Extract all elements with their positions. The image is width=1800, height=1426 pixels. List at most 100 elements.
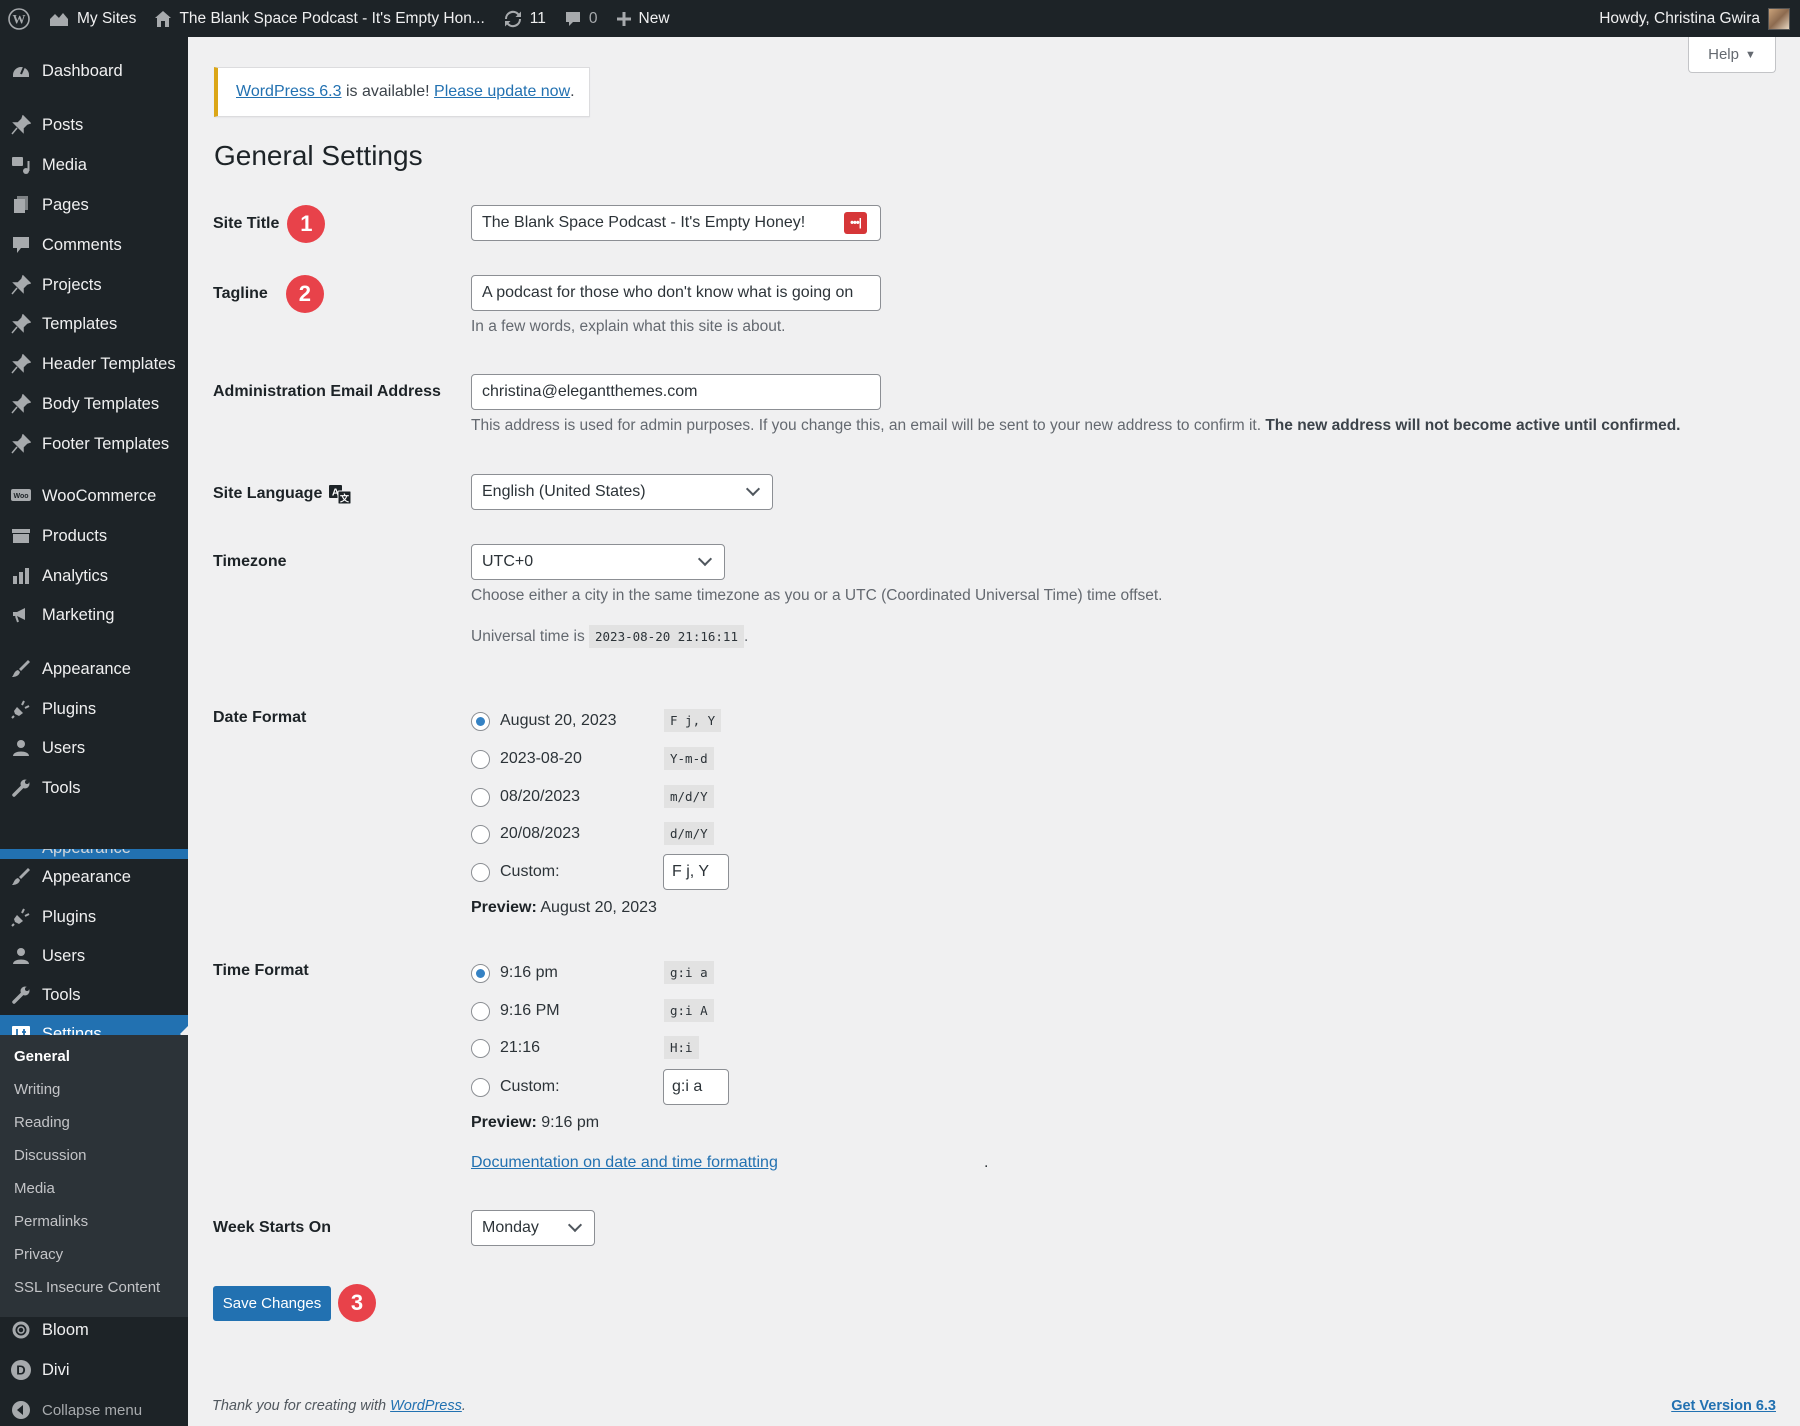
time-format-label: Time Format: [213, 962, 309, 979]
time-format-option[interactable]: 9:16 pm: [471, 958, 558, 988]
universal-time-prefix: Universal time is: [471, 628, 589, 645]
site-language-select[interactable]: English (United States): [471, 474, 773, 510]
help-button[interactable]: Help ▼: [1688, 37, 1776, 73]
sidebar-item-tools[interactable]: Tools: [0, 976, 188, 1014]
radio-button[interactable]: [471, 1077, 490, 1097]
submenu-general[interactable]: General: [14, 1048, 70, 1065]
week-starts-label: Week Starts On: [213, 1219, 331, 1236]
tagline-input[interactable]: A podcast for those who don't know what …: [471, 275, 881, 311]
wordpress-version-link[interactable]: WordPress 6.3: [236, 83, 342, 101]
site-title-input[interactable]: The Blank Space Podcast - It's Empty Hon…: [471, 205, 881, 241]
updates-menu[interactable]: 11: [494, 0, 555, 37]
date-format-option[interactable]: 08/20/2023: [471, 782, 580, 812]
sidebar-item-users[interactable]: Users: [0, 729, 188, 767]
footer-wordpress-link[interactable]: WordPress: [390, 1398, 462, 1414]
pin-icon: [10, 274, 32, 296]
time-format-preview: Preview: 9:16 pm: [471, 1114, 599, 1132]
time-format-option[interactable]: 21:16: [471, 1033, 540, 1063]
pin-icon: [10, 433, 32, 455]
sidebar-item-divi[interactable]: D Divi: [0, 1351, 188, 1389]
option-label: 9:16 PM: [500, 1002, 560, 1019]
radio-button[interactable]: [471, 1038, 490, 1058]
submenu-reading[interactable]: Reading: [14, 1114, 70, 1131]
get-version-link[interactable]: Get Version 6.3: [1671, 1398, 1776, 1414]
footer-period: .: [461, 1398, 466, 1414]
tagline-description: In a few words, explain what this site i…: [471, 318, 786, 335]
save-changes-button[interactable]: Save Changes: [213, 1286, 331, 1321]
password-manager-icon[interactable]: •••|: [844, 212, 867, 234]
sidebar-item-users[interactable]: Users: [0, 937, 188, 975]
account-menu[interactable]: Howdy, Christina Gwira: [1590, 0, 1800, 37]
archive-icon: [10, 525, 32, 547]
sidebar-item-comments[interactable]: Comments: [0, 226, 188, 264]
time-preview-label: Preview:: [471, 1114, 537, 1131]
submenu-permalinks[interactable]: Permalinks: [14, 1213, 88, 1230]
bloom-icon: [10, 1319, 32, 1341]
sidebar-item-woocommerce[interactable]: Woo WooCommerce: [0, 477, 188, 515]
avatar: [1768, 7, 1790, 30]
comment-icon: [10, 234, 32, 256]
date-format-option[interactable]: 2023-08-20: [471, 744, 582, 774]
my-sites-menu[interactable]: My Sites: [39, 0, 145, 37]
radio-button[interactable]: [471, 824, 490, 844]
custom-format-input[interactable]: g:i a: [663, 1069, 729, 1105]
update-now-link[interactable]: Please update now: [434, 83, 570, 101]
date-time-docs-link[interactable]: Documentation on date and time formattin…: [471, 1154, 778, 1172]
submenu-privacy[interactable]: Privacy: [14, 1246, 63, 1263]
radio-button[interactable]: [471, 787, 490, 807]
radio-button[interactable]: [471, 711, 490, 731]
date-format-option[interactable]: Custom:: [471, 857, 560, 887]
week-starts-select[interactable]: Monday: [471, 1210, 595, 1246]
sidebar-item-marketing[interactable]: Marketing: [0, 596, 188, 634]
wordpress-logo-icon: W: [8, 7, 30, 30]
sidebar-item-products[interactable]: Products: [0, 517, 188, 555]
sidebar-item-analytics[interactable]: Analytics: [0, 557, 188, 595]
sidebar-item-posts[interactable]: Posts: [0, 106, 188, 144]
time-format-option[interactable]: 9:16 PM: [471, 996, 560, 1026]
sidebar-item-appearance[interactable]: Appearance: [0, 858, 188, 896]
sidebar-item-header-templates[interactable]: Header Templates: [0, 345, 188, 383]
radio-button[interactable]: [471, 862, 490, 882]
sidebar-item-label: Plugins: [42, 699, 97, 718]
sidebar-item-label: Comments: [42, 235, 122, 254]
sidebar-item-footer-templates[interactable]: Footer Templates: [0, 425, 188, 463]
site-name-menu[interactable]: The Blank Space Podcast - It's Empty Hon…: [145, 0, 493, 37]
date-format-option[interactable]: August 20, 2023: [471, 706, 617, 736]
format-code: m/d/Y: [664, 785, 714, 808]
radio-button[interactable]: [471, 1001, 490, 1021]
date-format-option[interactable]: 20/08/2023: [471, 819, 580, 849]
submenu-ssl-insecure-content[interactable]: SSL Insecure Content: [14, 1279, 160, 1296]
sidebar-item-tools[interactable]: Tools: [0, 769, 188, 807]
pin-icon: [10, 393, 32, 415]
sidebar-item-plugins[interactable]: Plugins: [0, 898, 188, 936]
new-label: New: [638, 9, 670, 27]
sidebar-item-plugins[interactable]: Plugins: [0, 690, 188, 728]
radio-button[interactable]: [471, 963, 490, 983]
time-format-option[interactable]: Custom:: [471, 1072, 560, 1102]
sidebar-item-templates[interactable]: Templates: [0, 305, 188, 343]
comments-menu[interactable]: 0: [555, 0, 607, 37]
sidebar-item-collapse-menu[interactable]: Collapse menu: [0, 1391, 188, 1426]
sidebar-item-dashboard[interactable]: Dashboard: [0, 52, 188, 90]
submenu-writing[interactable]: Writing: [14, 1081, 60, 1098]
radio-button[interactable]: [471, 749, 490, 769]
custom-format-input[interactable]: F j, Y: [663, 854, 729, 890]
sidebar-overlap-artifact: Appearance: [0, 849, 188, 859]
admin-email-input[interactable]: christina@elegantthemes.com: [471, 374, 881, 410]
submenu-media[interactable]: Media: [14, 1180, 55, 1197]
svg-text:D: D: [16, 1363, 25, 1378]
svg-text:W: W: [13, 11, 26, 26]
sidebar-item-body-templates[interactable]: Body Templates: [0, 385, 188, 423]
sidebar-item-media[interactable]: Media: [0, 146, 188, 184]
sidebar-item-pages[interactable]: Pages: [0, 186, 188, 224]
submenu-discussion[interactable]: Discussion: [14, 1147, 87, 1164]
new-content-menu[interactable]: New: [607, 0, 679, 37]
timezone-select[interactable]: UTC+0: [471, 544, 725, 580]
sidebar-item-projects[interactable]: Projects: [0, 266, 188, 304]
sidebar-item-label: Appearance: [42, 867, 131, 886]
sidebar-item-appearance[interactable]: Appearance: [0, 650, 188, 688]
wp-logo-menu[interactable]: W: [0, 0, 39, 37]
sidebar-item-label: Appearance: [42, 659, 131, 678]
sidebar-item-label: WooCommerce: [42, 486, 157, 505]
sidebar-item-label: Bloom: [42, 1320, 89, 1339]
